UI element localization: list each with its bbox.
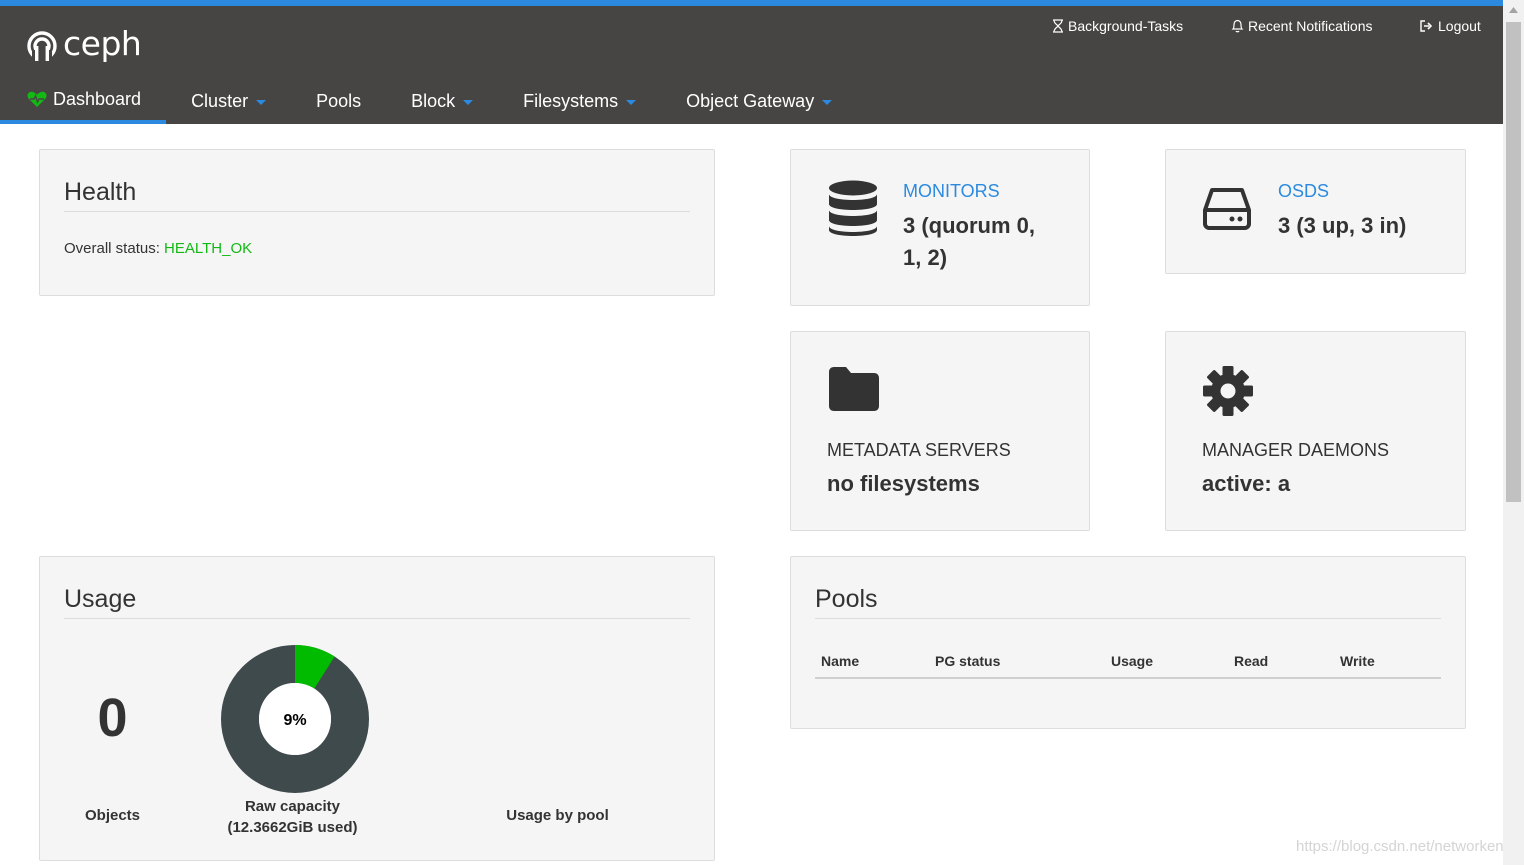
usage-title: Usage: [64, 585, 137, 613]
tab-object-gateway-label: Object Gateway: [686, 90, 815, 111]
monitors-card: MONITORS 3 (quorum 0, 1, 2): [790, 149, 1090, 306]
health-status-value: HEALTH_OK: [164, 240, 253, 257]
heartbeat-icon: [27, 91, 47, 107]
folder-icon: [829, 367, 879, 411]
monitors-value-line1: 3 (quorum 0,: [903, 213, 1036, 238]
metadata-servers-card: METADATA SERVERS no filesystems: [790, 331, 1090, 531]
tab-cluster[interactable]: Cluster: [166, 78, 291, 124]
caret-down-icon: [463, 100, 474, 105]
gear-icon: [1203, 366, 1253, 416]
raw-capacity-donut: 9%: [221, 645, 369, 793]
tab-pools-label: Pools: [316, 90, 362, 111]
table-header-rule: [815, 677, 1441, 679]
divider: [64, 618, 690, 619]
logout-link[interactable]: Logout: [1420, 18, 1481, 34]
raw-capacity-caption: Raw capacity (12.3662GiB used): [200, 796, 385, 838]
tab-dashboard-label: Dashboard: [53, 88, 142, 109]
osds-value: 3 (3 up, 3 in): [1278, 213, 1407, 238]
caret-down-icon: [626, 100, 637, 105]
database-icon: [829, 180, 877, 236]
donut-used-segment: [294, 645, 335, 690]
recent-notifications-label: Recent Notifications: [1248, 18, 1373, 34]
column-header-pg-status[interactable]: PG status: [935, 653, 1000, 669]
scroll-up-arrow-icon[interactable]: [1503, 0, 1524, 20]
tab-pools[interactable]: Pools: [291, 78, 386, 124]
metadata-servers-label: METADATA SERVERS: [827, 440, 1011, 460]
manager-daemons-value: active: a: [1202, 471, 1291, 496]
top-navbar: ceph Background-Tasks Recent Notificatio…: [0, 6, 1503, 124]
brand-name: ceph: [63, 23, 142, 63]
main-nav-tabs: Dashboard Cluster Pools Block Filesystem…: [0, 78, 857, 124]
health-title: Health: [64, 178, 137, 206]
pools-card: Pools Name PG status Usage Read Write: [790, 556, 1466, 729]
usage-card: Usage 0 Objects 9% Raw capacity (12.3662…: [39, 556, 715, 861]
pools-title: Pools: [815, 585, 878, 613]
raw-capacity-label: Raw capacity: [244, 798, 341, 815]
manager-daemons-card: MANAGER DAEMONS active: a: [1165, 331, 1466, 531]
hourglass-icon: [1053, 19, 1063, 33]
background-tasks-link[interactable]: Background-Tasks: [1052, 18, 1183, 34]
health-card: Health Overall status: HEALTH_OK: [39, 149, 715, 296]
tab-object-gateway[interactable]: Object Gateway: [661, 78, 857, 124]
osds-card: OSDS 3 (3 up, 3 in): [1165, 149, 1466, 274]
recent-notifications-link[interactable]: Recent Notifications: [1231, 18, 1373, 34]
divider: [64, 211, 690, 212]
tab-block-label: Block: [411, 90, 456, 111]
tab-cluster-label: Cluster: [191, 90, 249, 111]
osds-link[interactable]: OSDS: [1278, 181, 1329, 202]
scrollbar-thumb[interactable]: [1506, 22, 1521, 502]
background-tasks-label: Background-Tasks: [1068, 18, 1184, 34]
hdd-icon: [1203, 188, 1251, 230]
column-header-name[interactable]: Name: [821, 653, 859, 669]
caret-down-icon: [256, 100, 267, 105]
column-header-read[interactable]: Read: [1234, 653, 1268, 669]
monitors-value: 3 (quorum 0, 1, 2): [903, 210, 1035, 274]
health-status-row: Overall status: HEALTH_OK: [64, 240, 252, 257]
logout-label: Logout: [1438, 18, 1481, 34]
monitors-value-line2: 1, 2): [903, 245, 948, 270]
donut-percent-label: 9%: [283, 712, 306, 729]
tab-block[interactable]: Block: [386, 78, 498, 124]
tab-dashboard[interactable]: Dashboard: [0, 78, 167, 124]
metadata-servers-value: no filesystems: [827, 471, 980, 496]
bell-icon: [1231, 19, 1244, 33]
sign-out-icon: [1420, 20, 1433, 32]
tab-filesystems-label: Filesystems: [523, 90, 619, 111]
usage-by-pool-label: Usage by pool: [506, 807, 609, 824]
page-scrollbar[interactable]: [1503, 0, 1524, 865]
objects-label: Objects: [84, 807, 141, 824]
health-status-label: Overall status:: [64, 240, 160, 257]
caret-down-icon: [822, 100, 833, 105]
monitors-link[interactable]: MONITORS: [903, 181, 1000, 202]
ceph-logo-icon: [27, 31, 57, 62]
raw-capacity-used: (12.3662GiB used): [227, 819, 358, 836]
objects-count: 0: [97, 688, 128, 748]
manager-daemons-label: MANAGER DAEMONS: [1202, 440, 1390, 460]
watermark: https://blog.csdn.net/networken: [1296, 838, 1504, 855]
divider: [815, 618, 1441, 619]
ceph-logo[interactable]: ceph: [26, 24, 142, 64]
column-header-usage[interactable]: Usage: [1111, 653, 1153, 669]
tab-filesystems[interactable]: Filesystems: [498, 78, 661, 124]
column-header-write[interactable]: Write: [1340, 653, 1375, 669]
